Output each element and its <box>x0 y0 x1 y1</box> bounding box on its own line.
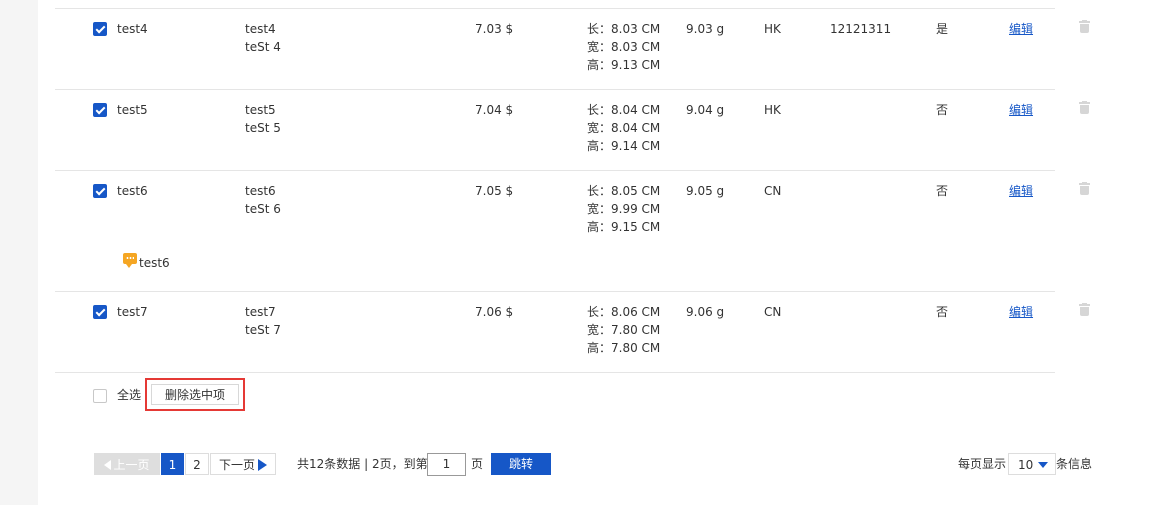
origin-cell: CN <box>764 184 782 198</box>
flag-cell: 否 <box>936 305 949 319</box>
table-row: test7 test7 teSt 7 7.06 $ 长：8.06 CM 宽：7.… <box>55 291 1090 372</box>
origin-cell: HK <box>764 22 781 36</box>
edit-link[interactable]: 编辑 <box>1009 20 1033 38</box>
weight-cell: 9.03 g <box>686 22 725 36</box>
price-cell: 7.04 $ <box>475 103 514 117</box>
table-row: test6 test6 teSt 6 7.05 $ 长：8.05 CM 宽：9.… <box>55 170 1090 291</box>
trash-icon[interactable] <box>1079 101 1090 114</box>
price-cell: 7.06 $ <box>475 305 514 319</box>
jump-page-input[interactable]: 1 <box>427 453 466 476</box>
trash-icon[interactable] <box>1079 182 1090 195</box>
name-line1: test5 <box>245 103 276 117</box>
weight-cell: 9.05 g <box>686 184 725 198</box>
table-bottom-divider <box>55 372 1055 373</box>
hs-code-cell: 12121311 <box>830 22 892 36</box>
dim-height: 高：9.13 CM <box>587 58 661 72</box>
dim-width: 宽：8.03 CM <box>587 40 661 54</box>
name-line2: teSt 6 <box>245 202 281 216</box>
sku-cell: test7 <box>117 305 148 319</box>
trash-icon[interactable] <box>1079 20 1090 33</box>
chevron-down-icon <box>1038 462 1048 468</box>
dim-height: 高：9.15 CM <box>587 220 661 234</box>
edit-link[interactable]: 编辑 <box>1009 101 1033 119</box>
row-checkbox[interactable] <box>93 22 107 36</box>
edit-link[interactable]: 编辑 <box>1009 303 1033 321</box>
row-checkbox[interactable] <box>93 184 107 198</box>
origin-cell: HK <box>764 103 781 117</box>
name-line2: teSt 7 <box>245 323 281 337</box>
dim-length: 长：8.06 CM <box>587 305 661 319</box>
delete-selected-highlight: 删除选中项 <box>145 378 245 411</box>
dim-height: 高：9.14 CM <box>587 139 661 153</box>
weight-cell: 9.06 g <box>686 305 725 319</box>
origin-cell: CN <box>764 305 782 319</box>
comment-text: test6 <box>139 256 170 270</box>
dim-width: 宽：8.04 CM <box>587 121 661 135</box>
product-table: test4 test4 teSt 4 7.03 $ 长：8.03 CM 宽：8.… <box>55 8 1090 372</box>
dim-length: 长：8.05 CM <box>587 184 661 198</box>
table-row: test5 test5 teSt 5 7.04 $ 长：8.04 CM 宽：8.… <box>55 89 1090 170</box>
flag-cell: 是 <box>936 22 949 36</box>
table-row: test4 test4 teSt 4 7.03 $ 长：8.03 CM 宽：8.… <box>55 8 1090 89</box>
name-line1: test4 <box>245 22 276 36</box>
edit-link[interactable]: 编辑 <box>1009 182 1033 200</box>
per-page-suffix: 条信息 <box>1056 457 1093 471</box>
page-suffix: 页 <box>471 457 484 471</box>
sku-cell: test5 <box>117 103 148 117</box>
select-all-checkbox[interactable] <box>93 389 107 403</box>
price-cell: 7.05 $ <box>475 184 514 198</box>
next-page-button[interactable]: 下一页 <box>210 453 276 475</box>
dim-width: 宽：9.99 CM <box>587 202 661 216</box>
dim-height: 高：7.80 CM <box>587 341 661 355</box>
name-line1: test6 <box>245 184 276 198</box>
page-button-1[interactable]: 1 <box>161 453 184 475</box>
arrow-left-icon <box>104 460 112 470</box>
arrow-right-icon <box>258 459 267 471</box>
select-all-label[interactable]: 全选 <box>117 386 141 404</box>
sku-cell: test4 <box>117 22 148 36</box>
per-page-value: 10 <box>1018 458 1034 472</box>
flag-cell: 否 <box>936 184 949 198</box>
row-checkbox[interactable] <box>93 103 107 117</box>
flag-cell: 否 <box>936 103 949 117</box>
trash-icon[interactable] <box>1079 303 1090 316</box>
prev-page-button[interactable]: 上一页 <box>94 453 160 475</box>
comment-icon <box>123 253 137 268</box>
sku-cell: test6 <box>117 184 148 198</box>
per-page-prefix: 每页显示 <box>958 457 1007 471</box>
pagination-summary: 共12条数据 | 2页，到第 <box>297 457 428 471</box>
row-checkbox[interactable] <box>93 305 107 319</box>
weight-cell: 9.04 g <box>686 103 725 117</box>
name-line2: teSt 5 <box>245 121 281 135</box>
dim-length: 长：8.03 CM <box>587 22 661 36</box>
delete-selected-button[interactable]: 删除选中项 <box>151 384 239 405</box>
dim-width: 宽：7.80 CM <box>587 323 661 337</box>
dim-length: 长：8.04 CM <box>587 103 661 117</box>
price-cell: 7.03 $ <box>475 22 514 36</box>
page-button-2[interactable]: 2 <box>185 453 209 475</box>
name-line2: teSt 4 <box>245 40 281 54</box>
name-line1: test7 <box>245 305 276 319</box>
per-page-select[interactable]: 10 <box>1008 453 1056 475</box>
jump-button[interactable]: 跳转 <box>491 453 551 475</box>
